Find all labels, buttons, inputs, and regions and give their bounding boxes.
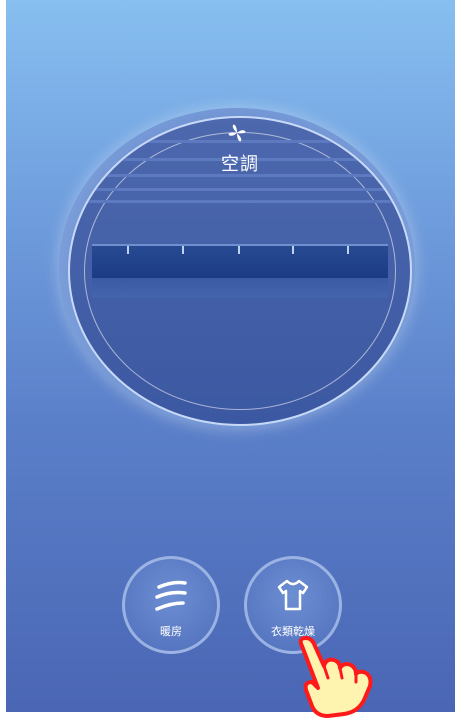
bar-tick — [347, 246, 349, 254]
bar-tick — [182, 246, 184, 254]
heating-mode-label: 暖房 — [160, 625, 182, 638]
mode-dial[interactable]: 空調 — [68, 116, 412, 426]
ac-unit-bar — [92, 244, 388, 280]
app-screen: 空調 暖房 衣類乾燥 — [6, 0, 455, 712]
ac-unit-shadow — [92, 278, 388, 298]
vent-slat — [70, 200, 410, 203]
bar-tick — [292, 246, 294, 254]
heating-mode-button[interactable]: 暖房 — [122, 556, 220, 654]
bar-tick — [238, 246, 240, 254]
tap-hand-icon — [298, 636, 373, 718]
heat-waves-icon — [155, 580, 187, 611]
vent-slat — [70, 188, 410, 191]
bar-tick — [127, 246, 129, 254]
mode-title: 空調 — [221, 154, 259, 175]
fan-icon — [228, 124, 246, 142]
shirt-icon — [277, 579, 309, 611]
